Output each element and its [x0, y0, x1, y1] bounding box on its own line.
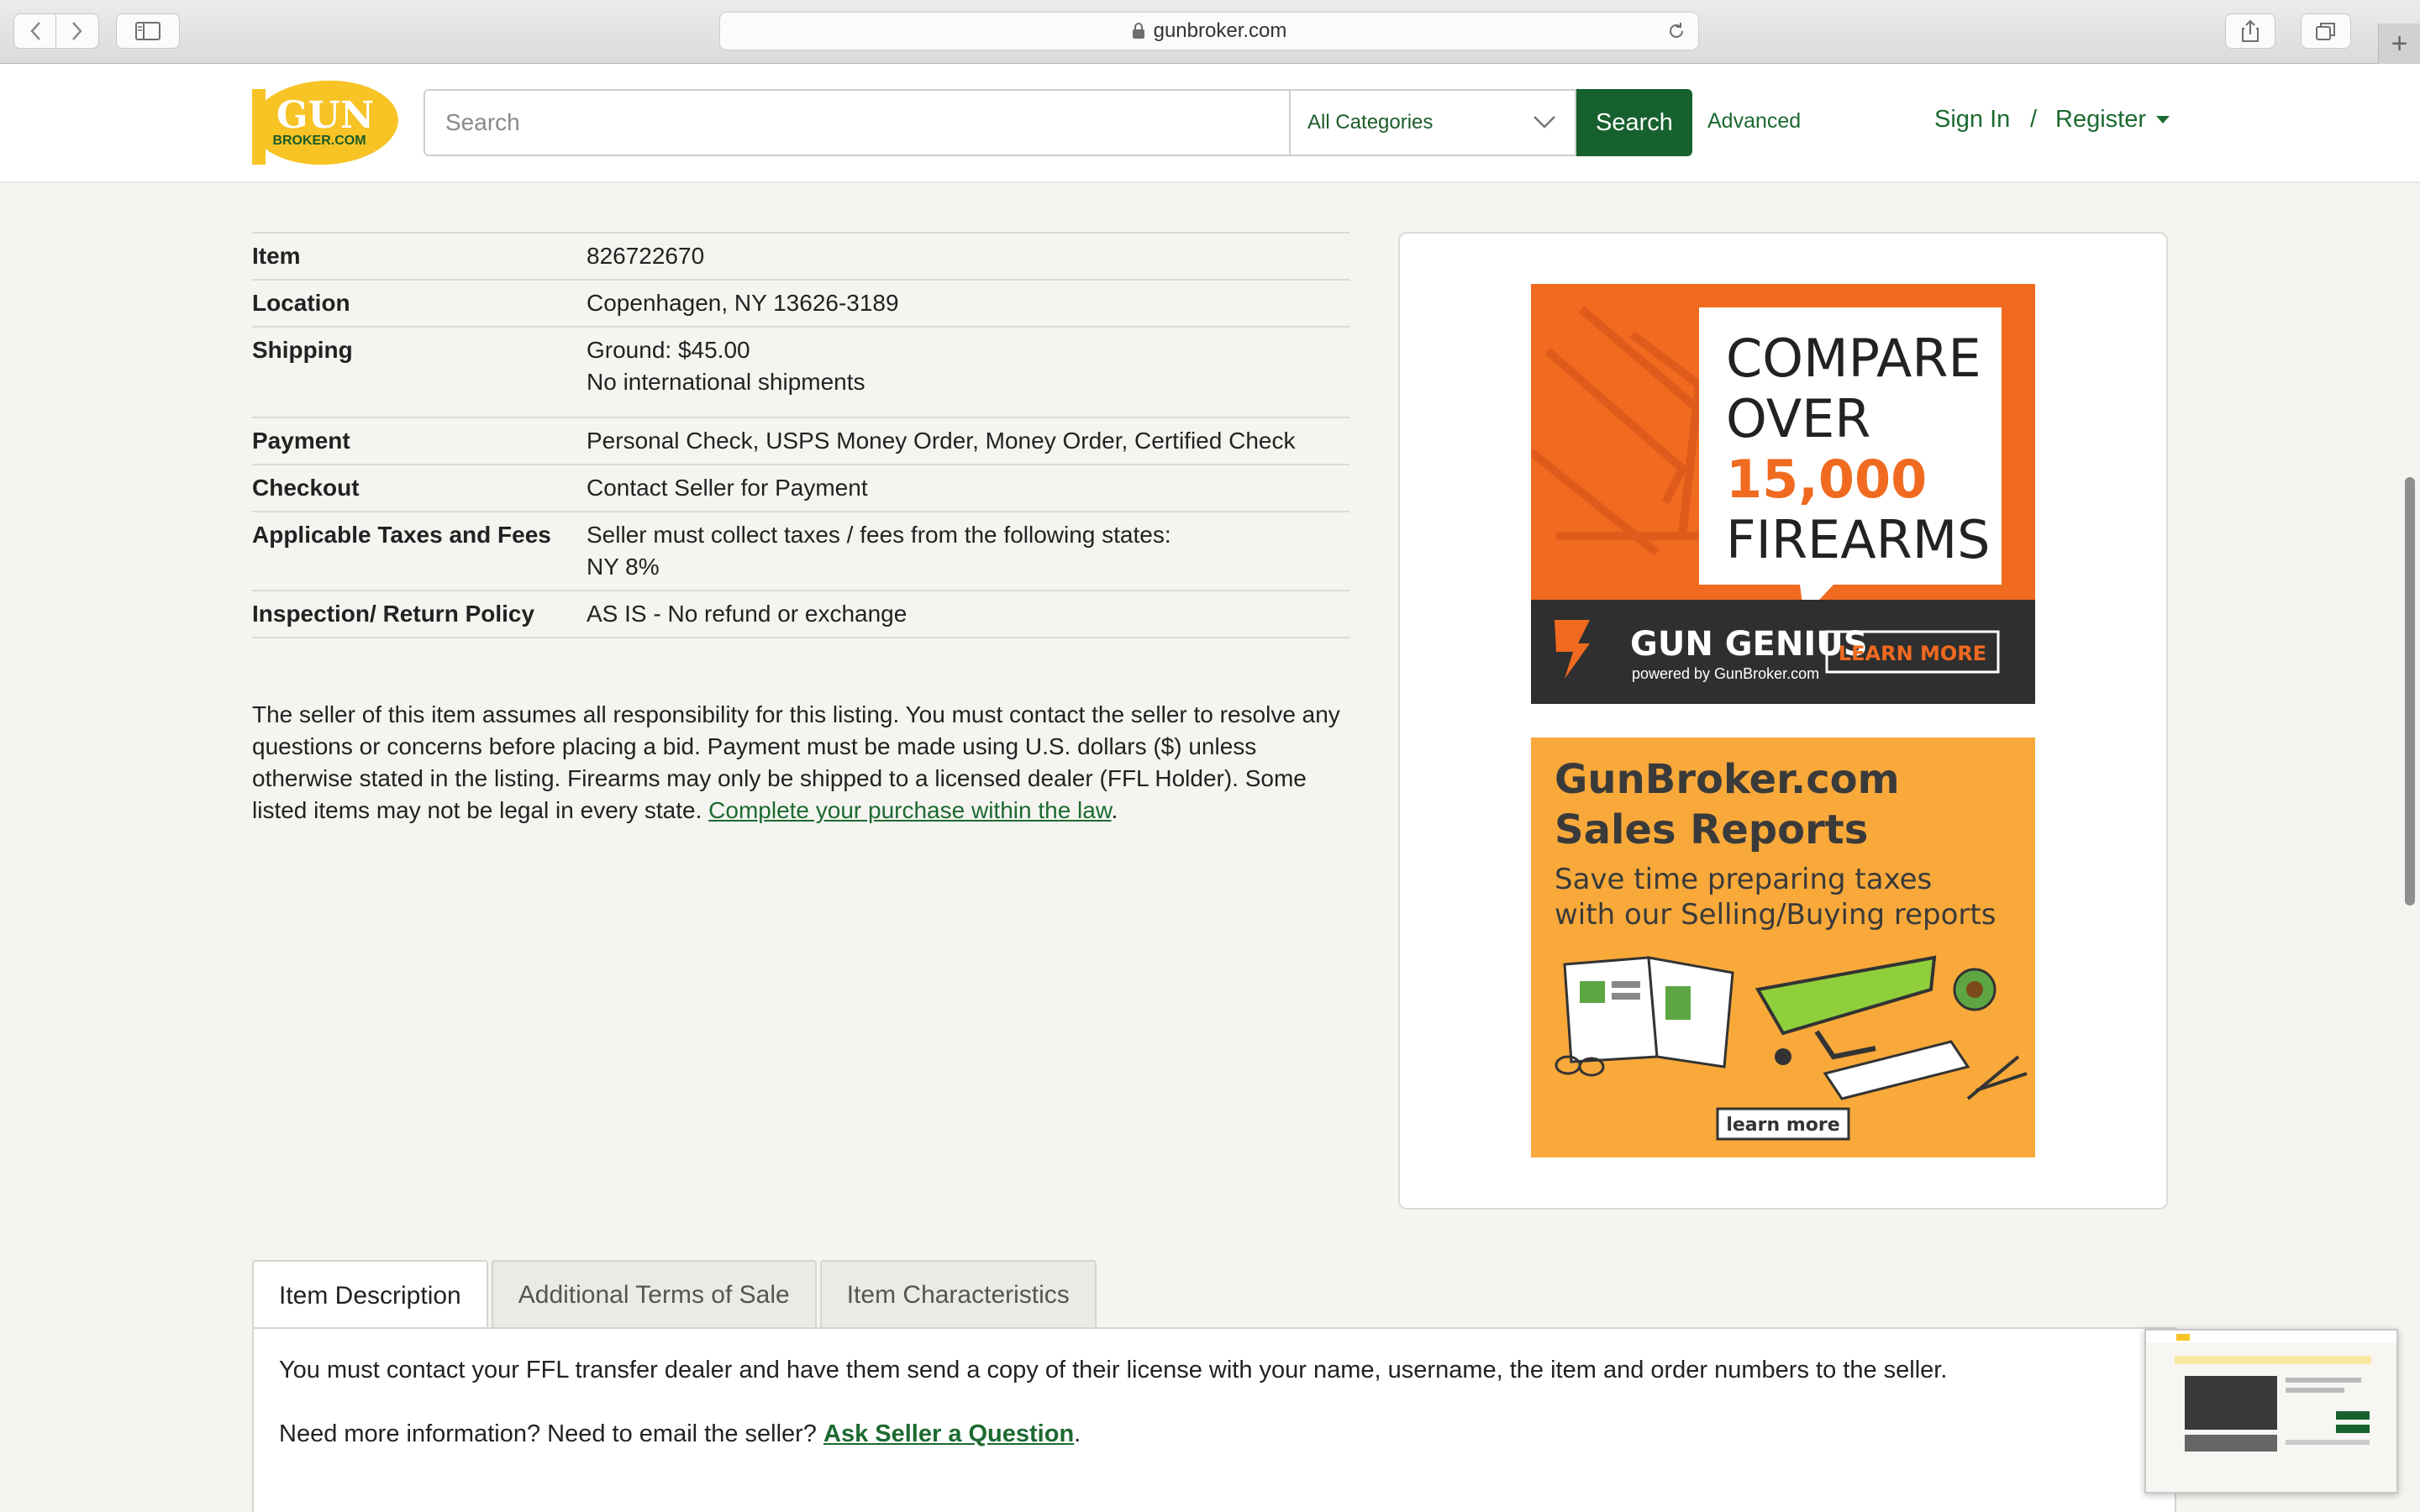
ad1-cta: LEARN MORE	[1839, 642, 1986, 665]
forward-button[interactable]	[56, 14, 98, 48]
address-bar[interactable]: gunbroker.com	[719, 12, 1699, 50]
ask-seller-line: Need more information? Need to email the…	[279, 1418, 2149, 1450]
ad2-title1: GunBroker.com	[1555, 756, 1900, 803]
detail-label: Item	[252, 243, 301, 269]
detail-label: Shipping	[252, 337, 353, 363]
detail-value: Seller must collect taxes / fees from th…	[587, 522, 1171, 548]
disclaimer-end: .	[1111, 797, 1118, 823]
ad1-line4: FIREARMS	[1726, 509, 1991, 570]
ad1-brand-sub: powered by GunBroker.com	[1632, 665, 1819, 682]
purchase-law-link[interactable]: Complete your purchase within the law	[708, 797, 1111, 823]
tab-panel-item-description: You must contact your FFL transfer deale…	[252, 1327, 2176, 1512]
site-header: GUN BROKER.COM All Categories Search Adv…	[0, 64, 2420, 183]
ask-seller-prefix: Need more information? Need to email the…	[279, 1420, 823, 1447]
tab-additional-terms[interactable]: Additional Terms of Sale	[491, 1260, 817, 1329]
detail-row-return-policy: Inspection/ Return Policy AS IS - No ref…	[252, 591, 1349, 638]
ffl-instructions: You must contact your FFL transfer deale…	[279, 1357, 1948, 1383]
ask-seller-link[interactable]: Ask Seller a Question	[823, 1420, 1074, 1447]
detail-label: Location	[252, 290, 350, 316]
logo-text-bottom: BROKER.COM	[272, 134, 366, 148]
detail-value: 826722670	[587, 243, 705, 269]
detail-value: Personal Check, USPS Money Order, Money …	[587, 428, 1296, 454]
detail-value-secondary: NY 8%	[587, 554, 660, 580]
ad2-title2: Sales Reports	[1555, 806, 1868, 853]
detail-label: Payment	[252, 428, 350, 454]
url-text: gunbroker.com	[1153, 19, 1287, 42]
logo-text-top: GUN	[276, 94, 374, 137]
back-button[interactable]	[14, 14, 57, 48]
detail-row-shipping: Shipping Ground: $45.00 No international…	[252, 328, 1349, 418]
detail-row-checkout: Checkout Contact Seller for Payment	[252, 465, 1349, 512]
detail-value: AS IS - No refund or exchange	[587, 601, 908, 627]
register-label: Register	[2055, 106, 2146, 133]
sidebar-toggle-button[interactable]	[116, 13, 180, 49]
share-button[interactable]	[2225, 13, 2275, 49]
sidebar-icon	[135, 22, 160, 40]
detail-row-taxes: Applicable Taxes and Fees Seller must co…	[252, 512, 1349, 591]
detail-row-location: Location Copenhagen, NY 13626-3189	[252, 281, 1349, 328]
detail-row-payment: Payment Personal Check, USPS Money Order…	[252, 418, 1349, 465]
ad2-sub1: Save time preparing taxes	[1555, 863, 1932, 896]
share-icon	[2242, 19, 2259, 42]
reload-icon[interactable]	[1666, 21, 1686, 41]
ad1-line2: OVER	[1726, 388, 1870, 449]
gun-genius-ad[interactable]: COMPARE OVER 15,000 FIREARMS GUN GENIUS …	[1531, 284, 2035, 704]
browser-toolbar: gunbroker.com +	[0, 0, 2420, 64]
chevron-down-icon	[1534, 116, 1555, 129]
category-selected-value: All Categories	[1307, 111, 1434, 134]
sales-reports-ad[interactable]: GunBroker.com Sales Reports Save time pr…	[1531, 738, 2035, 1158]
sign-in-link[interactable]: Sign In	[1934, 106, 2010, 134]
item-tabs: Item Description Additional Terms of Sal…	[252, 1260, 1100, 1331]
item-details-table: Item 826722670 Location Copenhagen, NY 1…	[252, 232, 1349, 638]
seller-disclaimer: The seller of this item assumes all resp…	[252, 699, 1361, 827]
new-tab-button[interactable]: +	[2378, 24, 2420, 64]
detail-value: Contact Seller for Payment	[587, 475, 868, 501]
caret-down-icon	[2156, 116, 2170, 123]
ad-panel: COMPARE OVER 15,000 FIREARMS GUN GENIUS …	[1398, 232, 2168, 1210]
tabs-overview-button[interactable]	[2301, 13, 2351, 49]
detail-value-secondary: No international shipments	[587, 369, 865, 395]
search-input[interactable]	[424, 89, 1289, 156]
history-nav	[13, 13, 99, 49]
ad1-line1: COMPARE	[1726, 328, 1981, 389]
lock-icon	[1132, 23, 1144, 39]
auth-separator: /	[2030, 106, 2038, 133]
ask-seller-end: .	[1074, 1420, 1081, 1447]
chevron-left-icon	[29, 22, 40, 40]
detail-label: Inspection/ Return Policy	[252, 601, 535, 627]
screenshot-thumbnail[interactable]	[2144, 1329, 2398, 1494]
search-bar: All Categories Search	[424, 89, 1692, 156]
register-dropdown[interactable]: Register	[2055, 106, 2170, 134]
page-scrollbar[interactable]	[2398, 64, 2420, 1512]
tabs-icon	[2316, 23, 2335, 40]
ad2-cta: learn more	[1726, 1115, 1839, 1136]
ad1-line3: 15,000	[1726, 449, 1927, 510]
tab-item-description[interactable]: Item Description	[252, 1260, 488, 1331]
detail-row-item: Item 826722670	[252, 234, 1349, 281]
tab-item-characteristics[interactable]: Item Characteristics	[819, 1260, 1097, 1329]
category-select[interactable]: All Categories	[1289, 89, 1576, 156]
detail-value: Ground: $45.00	[587, 337, 750, 363]
detail-label: Checkout	[252, 475, 360, 501]
scrollbar-thumb[interactable]	[2405, 477, 2415, 906]
chevron-right-icon	[72, 22, 82, 40]
search-button[interactable]: Search	[1576, 89, 1692, 156]
ad2-sub2: with our Selling/Buying reports	[1555, 898, 1996, 932]
detail-value: Copenhagen, NY 13626-3189	[587, 290, 899, 316]
gunbroker-logo[interactable]: GUN BROKER.COM	[252, 80, 398, 165]
plus-icon: +	[2391, 27, 2408, 60]
advanced-search-link[interactable]: Advanced	[1707, 109, 1801, 134]
detail-label: Applicable Taxes and Fees	[252, 522, 551, 548]
